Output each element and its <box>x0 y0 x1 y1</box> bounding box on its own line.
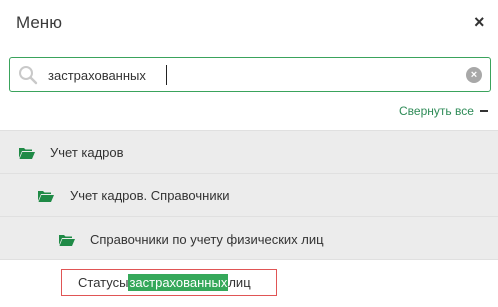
search-icon <box>19 66 38 85</box>
result-prefix: Статусы <box>78 275 129 290</box>
folder-open-icon <box>59 235 75 246</box>
menu-title: Меню <box>16 13 62 32</box>
clear-search-icon[interactable]: × <box>466 67 482 83</box>
menu-panel: Меню × × Свернуть все Учет кадров Учет к… <box>0 0 498 307</box>
search-input[interactable] <box>48 64 428 86</box>
folder-open-icon <box>38 191 54 202</box>
result-highlight: застрахованных <box>128 274 229 291</box>
tree-item-leaf-row: Статусызастрахованныхлиц <box>0 260 498 307</box>
collapse-all-label: Свернуть все <box>399 104 474 118</box>
folder-open-icon <box>19 148 35 159</box>
collapse-all-link[interactable]: Свернуть все <box>399 104 488 118</box>
menu-header: Меню × <box>0 0 498 46</box>
tree-item-label: Учет кадров. Справочники <box>70 188 230 203</box>
result-suffix: лиц <box>228 275 251 290</box>
text-caret <box>166 65 167 85</box>
close-icon[interactable]: × <box>474 13 490 31</box>
tree-item-level-2[interactable]: Учет кадров. Справочники <box>0 173 498 216</box>
tree-item-label: Справочники по учету физических лиц <box>90 232 324 247</box>
tree-item-level-1[interactable]: Учет кадров <box>0 130 498 173</box>
minus-icon <box>479 109 488 112</box>
search-result-item[interactable]: Статусызастрахованныхлиц <box>61 269 277 296</box>
tree-item-label: Учет кадров <box>50 145 124 160</box>
search-result-text: Статусызастрахованныхлиц <box>78 274 251 291</box>
tree-item-level-3[interactable]: Справочники по учету физических лиц <box>0 216 498 260</box>
search-box[interactable]: × <box>9 57 491 92</box>
